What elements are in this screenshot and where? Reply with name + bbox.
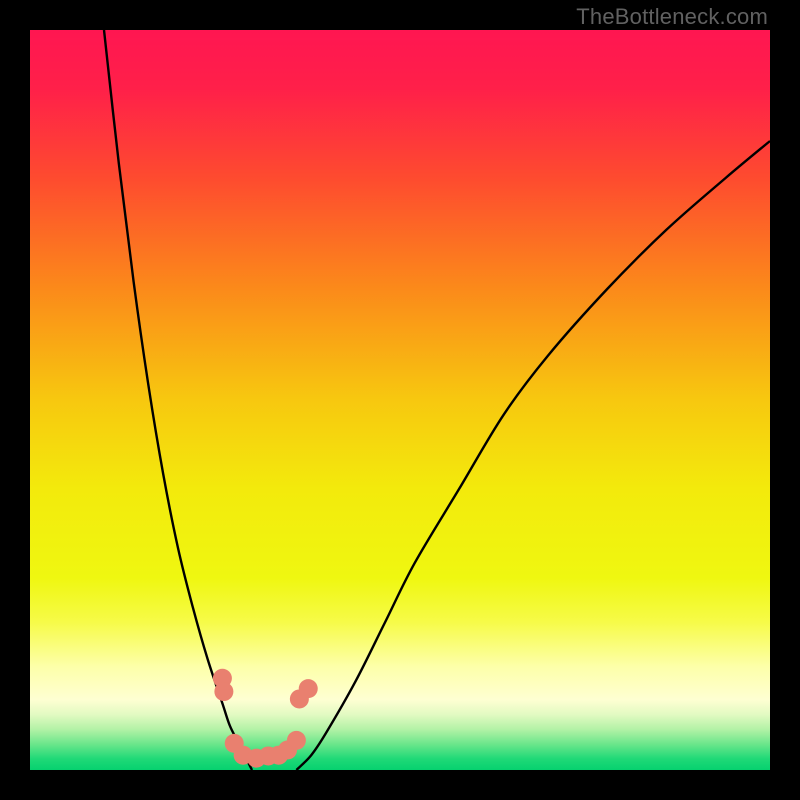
gradient-background [30, 30, 770, 770]
marker-dot [287, 731, 306, 750]
attribution-label: TheBottleneck.com [576, 4, 768, 30]
chart-frame: TheBottleneck.com [0, 0, 800, 800]
marker-dot [299, 679, 318, 698]
plot-area [30, 30, 770, 770]
chart-svg [30, 30, 770, 770]
marker-dot [214, 682, 233, 701]
